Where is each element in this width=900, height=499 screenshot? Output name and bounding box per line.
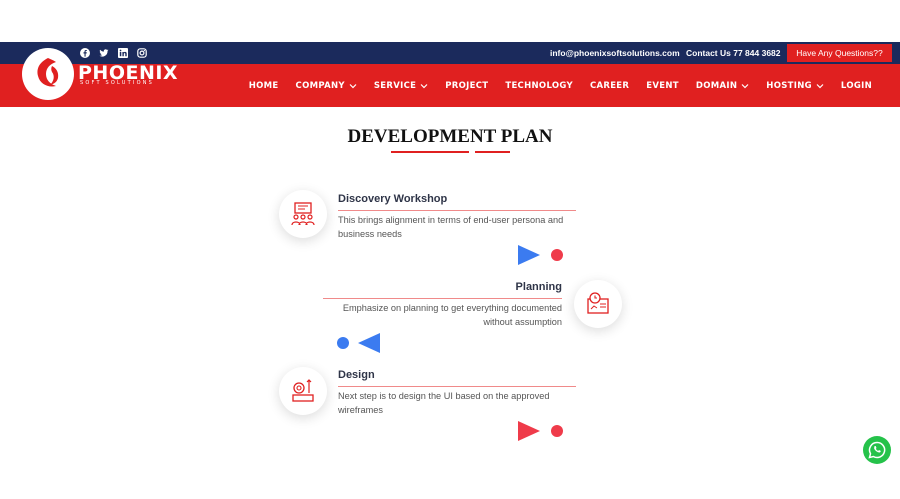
step-divider (338, 386, 576, 387)
whatsapp-button[interactable] (863, 436, 891, 464)
process-flow-path (261, 173, 643, 470)
design-icon (279, 367, 327, 415)
step-description: Next step is to design the UI based on t… (338, 391, 550, 415)
planning-icon (574, 280, 622, 328)
step-description: Emphasize on planning to get everything … (342, 303, 562, 327)
workshop-icon (279, 190, 327, 238)
step-description: This brings alignment in terms of end-us… (338, 215, 564, 239)
step-divider (338, 210, 576, 211)
step-title: Discovery Workshop (338, 193, 448, 205)
step-title: Planning (515, 281, 562, 293)
step-title: Design (338, 369, 375, 381)
step-divider (323, 298, 562, 299)
whatsapp-icon (868, 441, 886, 459)
